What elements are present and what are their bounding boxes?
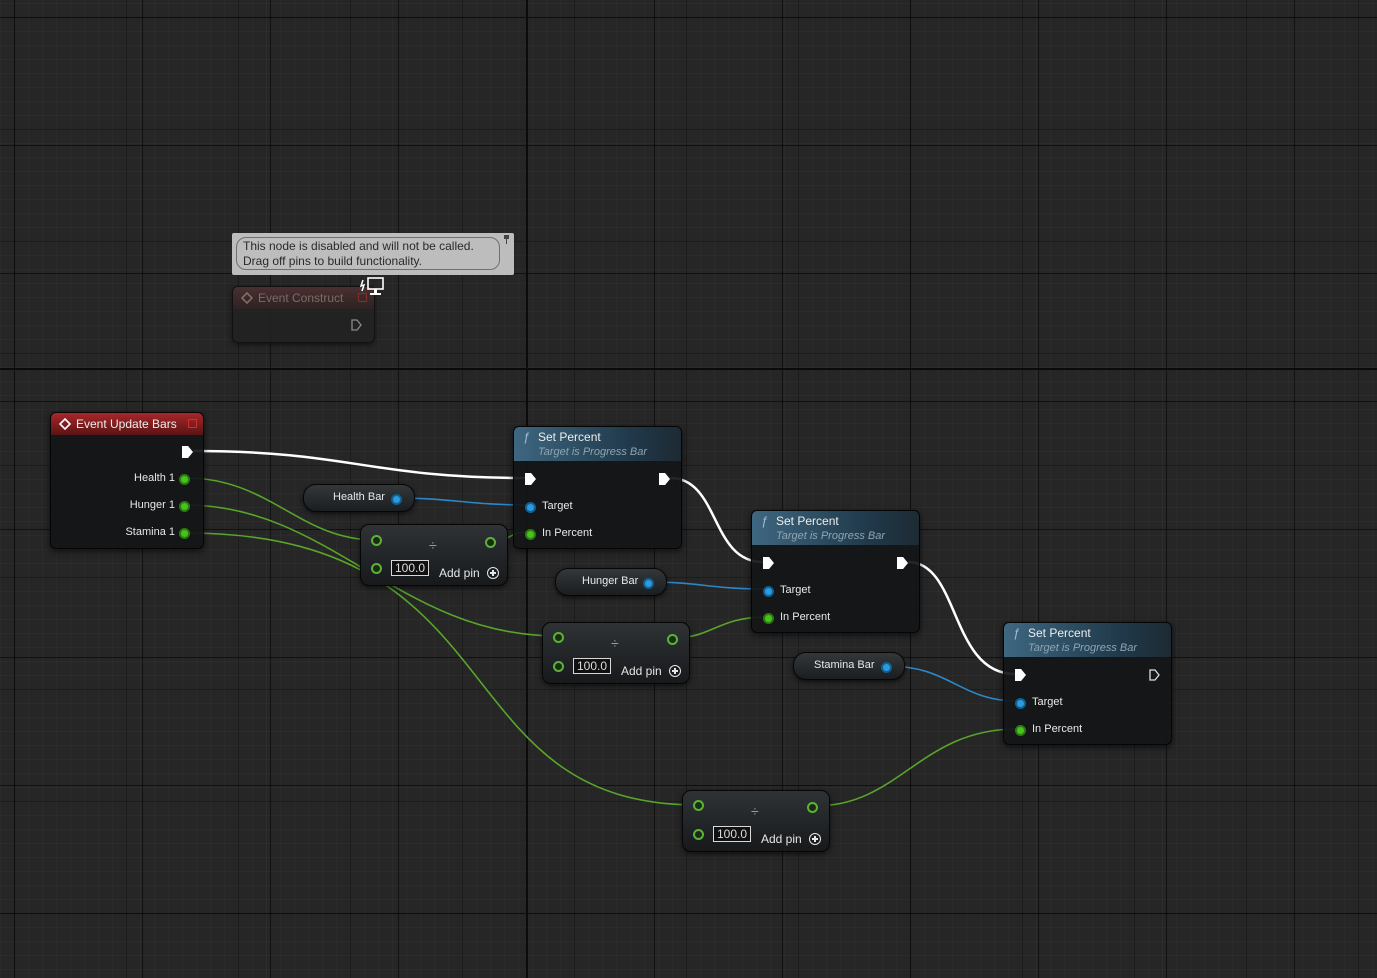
set-percent-subtitle: Target is Progress Bar	[538, 446, 648, 458]
target-label: Target	[780, 584, 811, 596]
pin-label-health: Health 1	[134, 472, 175, 484]
hunger-bar-label: Hunger Bar	[582, 575, 639, 587]
exec-in-pin[interactable]	[1015, 669, 1026, 681]
exec-in-pin[interactable]	[525, 473, 536, 485]
target-input-pin[interactable]	[1015, 698, 1026, 709]
event-diamond-icon	[59, 418, 71, 430]
divisor-input[interactable]: 100.0	[713, 826, 752, 842]
stamina-bar-variable-node[interactable]: Stamina Bar	[793, 652, 905, 680]
disabled-node-comment: This node is disabled and will not be ca…	[232, 233, 514, 275]
set-percent-title: Set Percent	[776, 514, 839, 528]
exec-wire	[192, 449, 526, 480]
divide-node-health[interactable]: ÷ 100.0 Add pin	[360, 524, 508, 586]
divide-input-a-pin[interactable]	[371, 535, 382, 546]
event-construct-title: Event Construct	[258, 291, 344, 305]
pin-label-hunger: Hunger 1	[129, 499, 175, 511]
exec-in-pin[interactable]	[763, 557, 774, 569]
in-percent-input-pin[interactable]	[525, 529, 536, 540]
divisor-input[interactable]: 100.0	[391, 560, 430, 576]
set-percent-header: ƒ Set Percent Target is Progress Bar	[752, 511, 919, 545]
event-diamond-icon	[241, 292, 253, 304]
set-percent-header: ƒ Set Percent Target is Progress Bar	[514, 427, 681, 461]
plus-circle-icon[interactable]	[669, 665, 681, 677]
divide-icon: ÷	[751, 803, 759, 819]
divide-node-stamina[interactable]: ÷ 100.0 Add pin	[682, 790, 830, 852]
exec-pin-icon[interactable]	[351, 319, 362, 331]
event-construct-header: Event Construct	[233, 287, 374, 309]
stamina-bar-output-pin[interactable]	[881, 662, 892, 673]
set-percent-header: ƒ Set Percent Target is Progress Bar	[1004, 623, 1171, 657]
stamina-output-pin[interactable]	[179, 528, 190, 539]
set-percent-subtitle: Target is Progress Bar	[1028, 642, 1138, 654]
exec-out-pin[interactable]	[182, 446, 193, 458]
event-update-bars-node[interactable]: Event Update Bars Health 1 Hunger 1 Stam…	[50, 412, 204, 549]
health-bar-label: Health Bar	[333, 491, 385, 503]
hunger-bar-variable-node[interactable]: Hunger Bar	[555, 568, 667, 596]
divide-output-pin[interactable]	[485, 537, 496, 548]
function-f-icon: ƒ	[1013, 626, 1020, 640]
in-percent-label: In Percent	[542, 527, 593, 539]
exec-wire	[669, 476, 764, 564]
in-percent-input-pin[interactable]	[1015, 725, 1026, 736]
exec-wire	[907, 560, 1016, 676]
stamina-bar-label: Stamina Bar	[814, 659, 875, 671]
divide-output-pin[interactable]	[667, 634, 678, 645]
hunger-output-pin[interactable]	[179, 501, 190, 512]
set-percent-subtitle: Target is Progress Bar	[776, 530, 886, 542]
pin-tack-icon[interactable]	[502, 235, 511, 244]
float-wire	[814, 728, 1018, 807]
target-input-pin[interactable]	[525, 502, 536, 513]
divide-icon: ÷	[429, 537, 437, 553]
object-wire	[887, 665, 1018, 702]
divide-input-a-pin[interactable]	[693, 800, 704, 811]
delegate-pin[interactable]	[188, 419, 197, 428]
divide-input-b-pin[interactable]	[553, 661, 564, 672]
comment-line-2: Drag off pins to build functionality.	[243, 254, 422, 268]
monitor-icon	[360, 277, 384, 295]
object-wire	[649, 581, 766, 590]
comment-text-box: This node is disabled and will not be ca…	[236, 237, 500, 270]
in-percent-label: In Percent	[1032, 723, 1083, 735]
target-label: Target	[542, 500, 573, 512]
set-percent-title: Set Percent	[538, 430, 601, 444]
event-update-bars-title: Event Update Bars	[76, 417, 177, 431]
plus-circle-icon[interactable]	[809, 833, 821, 845]
add-pin-label[interactable]: Add pin	[761, 832, 802, 846]
set-percent-node-stamina[interactable]: ƒ Set Percent Target is Progress Bar Tar…	[1003, 622, 1172, 745]
plus-circle-icon[interactable]	[487, 567, 499, 579]
in-percent-input-pin[interactable]	[763, 613, 774, 624]
function-f-icon: ƒ	[523, 430, 530, 444]
in-percent-label: In Percent	[780, 611, 831, 623]
add-pin-label[interactable]: Add pin	[439, 566, 480, 580]
add-pin-label[interactable]: Add pin	[621, 664, 662, 678]
target-label: Target	[1032, 696, 1063, 708]
set-percent-title: Set Percent	[1028, 626, 1091, 640]
hunger-bar-output-pin[interactable]	[643, 578, 654, 589]
health-bar-variable-node[interactable]: Health Bar	[303, 484, 415, 512]
event-construct-node[interactable]: Event Construct	[232, 286, 375, 343]
set-percent-node-hunger[interactable]: ƒ Set Percent Target is Progress Bar Tar…	[751, 510, 920, 633]
divide-input-b-pin[interactable]	[371, 563, 382, 574]
comment-line-1: This node is disabled and will not be ca…	[243, 239, 474, 253]
pin-label-stamina: Stamina 1	[125, 526, 175, 538]
set-percent-node-health[interactable]: ƒ Set Percent Target is Progress Bar Tar…	[513, 426, 682, 549]
divide-input-a-pin[interactable]	[553, 632, 564, 643]
event-update-bars-header: Event Update Bars	[51, 413, 203, 435]
health-bar-output-pin[interactable]	[391, 494, 402, 505]
object-wire	[397, 497, 528, 506]
exec-out-pin[interactable]	[1149, 669, 1160, 681]
health-output-pin[interactable]	[179, 474, 190, 485]
exec-out-pin[interactable]	[897, 557, 908, 569]
exec-out-pin[interactable]	[659, 473, 670, 485]
divide-node-hunger[interactable]: ÷ 100.0 Add pin	[542, 622, 690, 684]
divide-output-pin[interactable]	[807, 802, 818, 813]
divide-input-b-pin[interactable]	[693, 829, 704, 840]
divisor-input[interactable]: 100.0	[573, 658, 612, 674]
divide-icon: ÷	[611, 635, 619, 651]
target-input-pin[interactable]	[763, 586, 774, 597]
function-f-icon: ƒ	[761, 514, 768, 528]
graph-origin-horizontal-axis	[0, 368, 1377, 370]
